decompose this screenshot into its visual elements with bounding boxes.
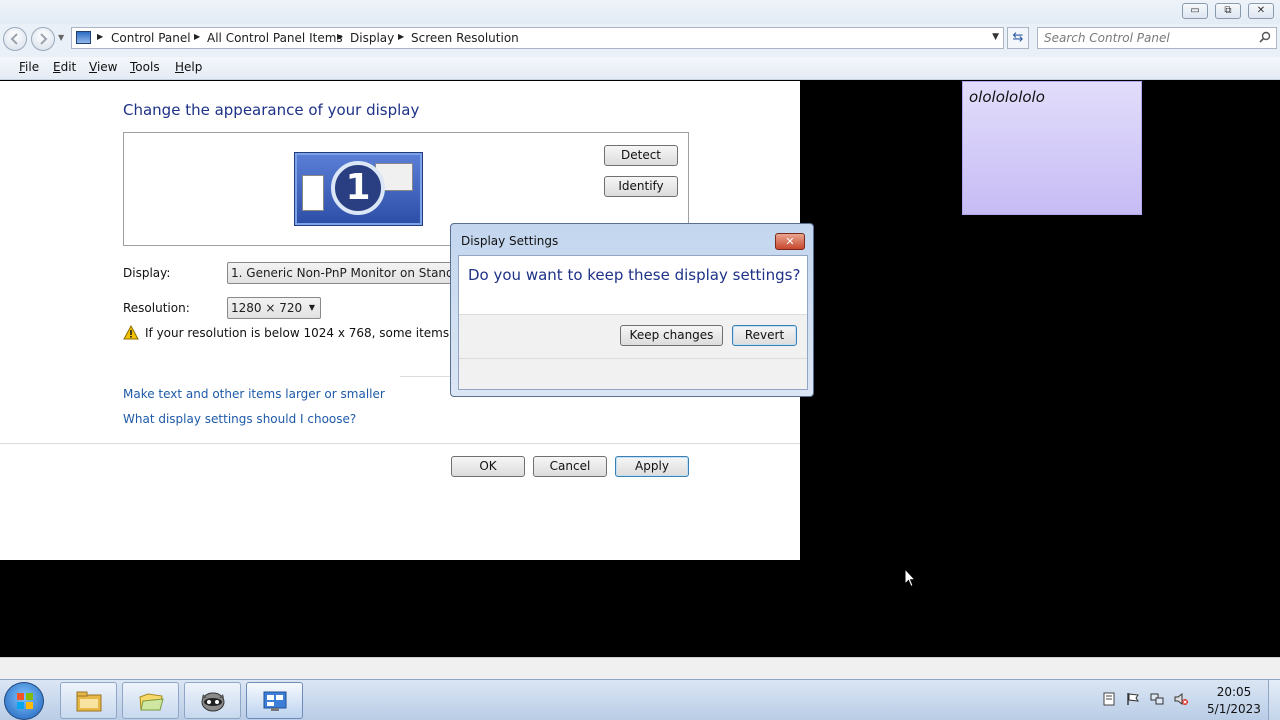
identify-button[interactable]: Identify <box>604 176 678 197</box>
chevron-right-icon[interactable]: ▶ <box>194 32 200 41</box>
dialog-question: Do you want to keep these display settin… <box>468 266 801 284</box>
show-desktop-button[interactable] <box>1268 680 1280 720</box>
back-button[interactable] <box>3 27 27 51</box>
close-button[interactable]: ✕ <box>1248 3 1274 19</box>
address-row: ▼ ▶ Control Panel ▶ All Control Panel It… <box>0 24 1280 56</box>
minimize-button[interactable]: ▭ <box>1182 3 1208 19</box>
page-title: Change the appearance of your display <box>123 101 420 119</box>
dialog-close-button[interactable]: ✕ <box>775 233 805 250</box>
resolution-warning: If your resolution is below 1024 x 768, … <box>145 326 450 340</box>
search-icon[interactable] <box>1259 31 1271 43</box>
display-label: Display: <box>123 266 171 280</box>
breadcrumb-display[interactable]: Display <box>350 31 394 45</box>
menu-edit[interactable]: Edit <box>53 60 76 74</box>
clock-time[interactable]: 20:05 <box>1204 685 1264 699</box>
start-button[interactable] <box>4 682 44 720</box>
arrow-left-icon <box>10 33 18 45</box>
status-strip <box>0 657 1280 679</box>
menu-help[interactable]: Help <box>175 60 202 74</box>
dialog-body: Do you want to keep these display settin… <box>458 255 808 390</box>
dialog-button-area: Keep changes Revert <box>459 314 807 358</box>
chevron-down-icon: ▼ <box>308 303 315 312</box>
close-icon: ✕ <box>785 235 795 248</box>
folder-icon <box>139 693 164 711</box>
search-box[interactable] <box>1037 27 1277 49</box>
display-select[interactable]: 1. Generic Non-PnP Monitor on Standard <box>227 262 487 284</box>
window-thumbnail-icon <box>302 175 324 211</box>
sticky-note-text[interactable]: olololololo <box>969 88 1045 106</box>
resolution-select[interactable]: 1280 × 720 ▼ <box>227 297 321 319</box>
refresh-button[interactable]: ⇆ <box>1007 27 1029 49</box>
resolution-label: Resolution: <box>123 301 190 315</box>
recent-pages-dropdown[interactable]: ▼ <box>58 33 64 42</box>
menu-file[interactable]: File <box>19 60 39 74</box>
control-panel-icon <box>263 691 287 711</box>
windows-logo-icon <box>17 693 33 709</box>
dialog-footer <box>459 358 807 389</box>
menu-tools[interactable]: Tools <box>130 60 160 74</box>
network-icon[interactable] <box>1150 692 1164 706</box>
taskbar-item-explorer[interactable] <box>60 682 117 719</box>
chevron-down-icon[interactable]: ▼ <box>992 32 999 42</box>
cancel-button[interactable]: Cancel <box>533 456 607 477</box>
chevron-right-icon[interactable]: ▶ <box>398 32 404 41</box>
display-help-link[interactable]: What display settings should I choose? <box>123 412 356 426</box>
raccoon-icon <box>201 692 225 712</box>
chevron-right-icon[interactable]: ▶ <box>97 32 103 41</box>
monitor-number-badge: 1 <box>331 161 385 215</box>
chevron-right-icon[interactable]: ▶ <box>337 32 343 41</box>
menu-view[interactable]: View <box>89 60 117 74</box>
monitor-1-thumbnail[interactable]: 1 <box>295 153 422 225</box>
search-input[interactable] <box>1044 30 1249 46</box>
apply-button[interactable]: Apply <box>615 456 689 477</box>
taskbar <box>0 679 1280 720</box>
maximize-button[interactable]: ⧉ <box>1215 3 1241 19</box>
clock-date[interactable]: 5/1/2023 <box>1204 702 1264 716</box>
sticky-note[interactable]: olololololo <box>962 81 1142 215</box>
explorer-window: ▭ ⧉ ✕ ▼ ▶ Control Panel ▶ All Control Pa… <box>0 0 1280 80</box>
divider <box>0 443 800 444</box>
display-settings-dialog: Display Settings ✕ Do you want to keep t… <box>450 223 814 397</box>
revert-button[interactable]: Revert <box>732 325 797 346</box>
dialog-title: Display Settings <box>461 234 559 248</box>
explorer-icon <box>76 691 102 712</box>
warning-icon <box>123 325 139 340</box>
taskbar-item-control-panel[interactable] <box>246 682 303 719</box>
mouse-cursor-icon <box>904 568 916 588</box>
detect-button[interactable]: Detect <box>604 145 678 166</box>
breadcrumb-screen-resolution[interactable]: Screen Resolution <box>411 31 519 45</box>
taskbar-item-folder[interactable] <box>122 682 179 719</box>
title-bar: ▭ ⧉ ✕ <box>0 0 1280 24</box>
menu-bar: File Edit View Tools Help <box>0 57 1280 80</box>
resolution-value: 1280 × 720 <box>231 301 303 315</box>
forward-button[interactable] <box>31 27 55 51</box>
keep-changes-button[interactable]: Keep changes <box>620 325 723 346</box>
refresh-icon: ⇆ <box>1012 30 1024 45</box>
ok-button[interactable]: OK <box>451 456 525 477</box>
action-center-flag-icon[interactable] <box>1126 692 1140 706</box>
volume-muted-icon[interactable] <box>1174 692 1188 706</box>
breadcrumb-control-panel[interactable]: Control Panel <box>111 31 191 45</box>
text-size-link[interactable]: Make text and other items larger or smal… <box>123 387 385 401</box>
breadcrumb-all-items[interactable]: All Control Panel Items <box>207 31 343 45</box>
notes-icon[interactable] <box>1102 692 1116 706</box>
arrow-right-icon <box>40 33 48 45</box>
address-bar[interactable]: ▶ Control Panel ▶ All Control Panel Item… <box>71 27 1004 49</box>
taskbar-item-raccoon-app[interactable] <box>184 682 241 719</box>
control-panel-icon <box>76 31 91 44</box>
